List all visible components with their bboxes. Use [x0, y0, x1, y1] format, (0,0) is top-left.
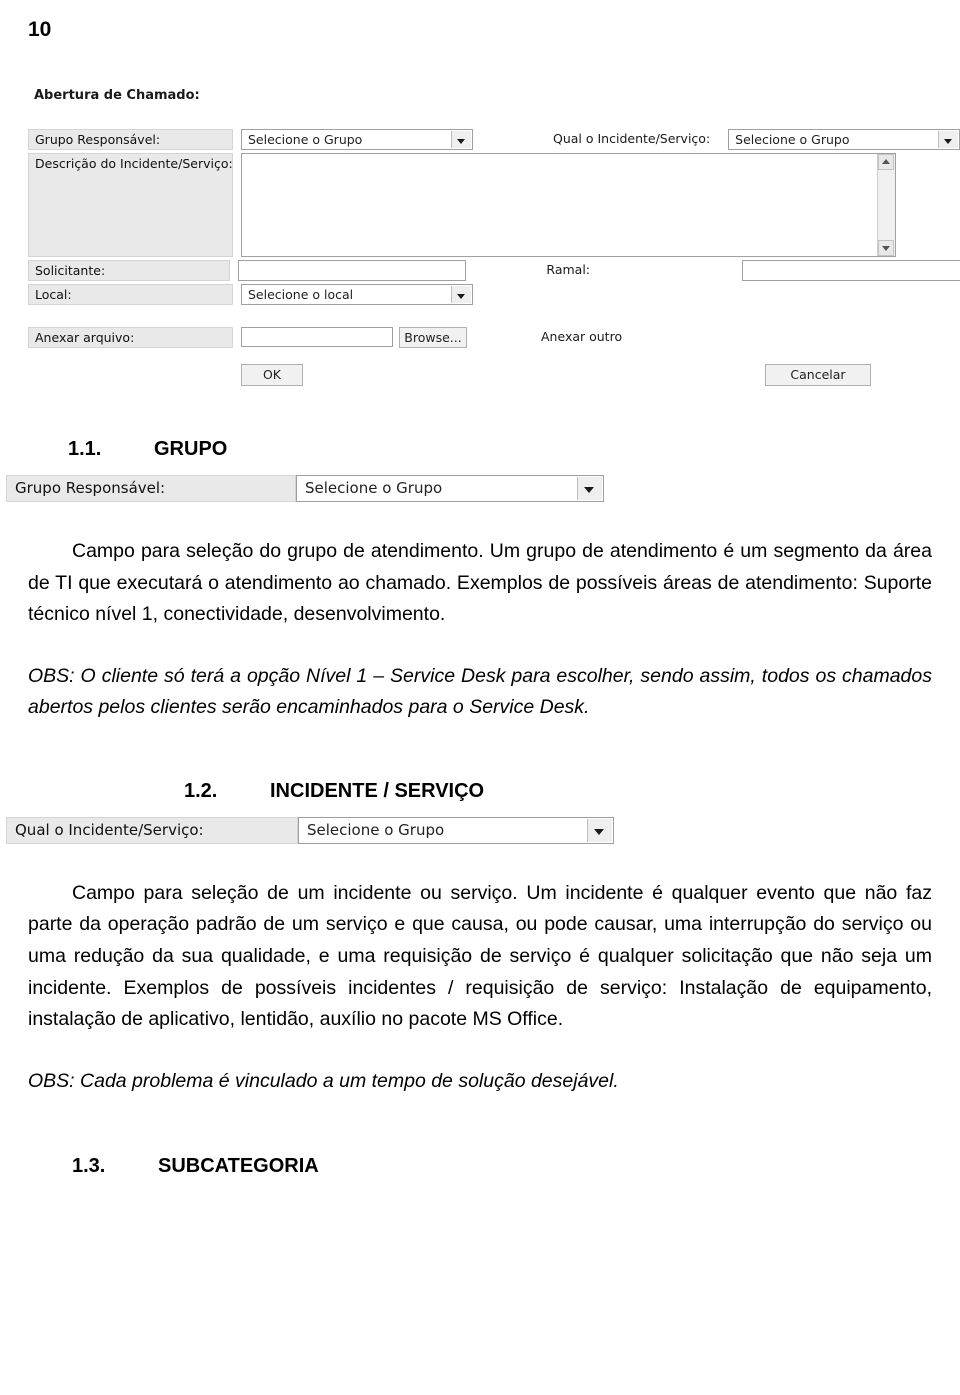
section-1-1-paragraph: Campo para seleção do grupo de atendimen…: [28, 540, 932, 626]
attach-input[interactable]: [241, 327, 393, 347]
section-1-2-obs: OBS: Cada problema é vinculado a um temp…: [28, 1069, 619, 1092]
section-heading: 1.1. GRUPO: [68, 438, 932, 461]
form-title: Abertura de Chamado:: [34, 88, 200, 103]
requester-label: Solicitante:: [28, 260, 231, 281]
section-number: 1.1.: [68, 438, 102, 460]
chevron-down-icon[interactable]: [587, 818, 612, 842]
document-page: 10 Abertura de Chamado: Grupo Responsáve…: [0, 0, 960, 1395]
scroll-up-icon[interactable]: [878, 154, 894, 170]
section-1-3: 1.3. SUBCATEGORIA: [72, 1155, 932, 1178]
section-1-1-obs: OBS: O cliente só terá a opção Nível 1 –…: [28, 664, 932, 719]
incident-field-screenshot: Qual o Incidente/Serviço: Selecione o Gr…: [6, 816, 616, 844]
group-select[interactable]: Selecione o Grupo: [241, 129, 473, 150]
extension-label: Ramal:: [546, 262, 590, 277]
group-field-label: Grupo Responsável:: [6, 475, 296, 502]
chevron-down-icon[interactable]: [577, 477, 602, 500]
description-textarea[interactable]: [241, 153, 896, 257]
incident-group: Qual o Incidente/Serviço: Selecione o Gr…: [547, 129, 960, 150]
chevron-down-icon[interactable]: [451, 131, 471, 148]
page-number: 10: [28, 18, 52, 41]
section-title: SUBCATEGORIA: [158, 1155, 319, 1178]
form-row-requester: Solicitante: Ramal:: [28, 260, 960, 281]
browse-button[interactable]: Browse...: [399, 327, 467, 348]
group-label: Grupo Responsável:: [28, 129, 233, 150]
section-number: 1.2.: [184, 779, 218, 802]
form-row-buttons: OK Cancelar: [28, 364, 960, 386]
incident-field-label: Qual o Incidente/Serviço:: [6, 816, 298, 844]
chevron-down-icon[interactable]: [451, 286, 471, 303]
form-row-group: Grupo Responsável: Selecione o Grupo Qua…: [28, 129, 960, 150]
scroll-down-icon[interactable]: [878, 240, 894, 256]
extension-input[interactable]: [742, 260, 960, 281]
requester-input[interactable]: [237, 260, 467, 281]
section-1-2: 1.2. INCIDENTE / SERVIÇO: [184, 780, 932, 803]
incident-label: Qual o Incidente/Serviço:: [553, 131, 711, 146]
local-select-value: Selecione o local: [248, 287, 354, 302]
section-heading: 1.2. INCIDENTE / SERVIÇO: [184, 780, 932, 803]
section-1-1: 1.1. GRUPO: [68, 438, 932, 461]
form-row-attach: Anexar arquivo: Browse... Anexar outro: [28, 327, 960, 348]
cancel-button[interactable]: Cancelar: [765, 364, 871, 386]
section-1-2-paragraph: Campo para seleção de um incidente ou se…: [28, 881, 932, 1031]
local-label: Local:: [28, 284, 233, 305]
form-row-local: Local: Selecione o local: [28, 284, 960, 305]
ticket-form-screenshot: Abertura de Chamado: Grupo Responsável: …: [28, 88, 960, 386]
group-field-value: Selecione o Grupo: [305, 479, 443, 497]
section-heading: 1.3. SUBCATEGORIA: [72, 1155, 932, 1178]
textarea-scrollbar[interactable]: [877, 154, 895, 256]
section-title: INCIDENTE / SERVIÇO: [270, 779, 485, 802]
group-field-screenshot: Grupo Responsável: Selecione o Grupo: [6, 475, 606, 502]
section-number: 1.3.: [72, 1155, 106, 1178]
incident-select-value: Selecione o Grupo: [735, 132, 850, 147]
attach-label: Anexar arquivo:: [28, 327, 233, 348]
incident-field-value: Selecione o Grupo: [307, 820, 445, 839]
ok-button[interactable]: OK: [241, 364, 303, 386]
attach-other-label[interactable]: Anexar outro: [535, 327, 622, 348]
group-field-select[interactable]: Selecione o Grupo: [296, 475, 604, 502]
form-row-description: Descrição do Incidente/Serviço:: [28, 153, 960, 257]
chevron-down-icon[interactable]: [938, 131, 959, 148]
group-select-value: Selecione o Grupo: [248, 132, 363, 147]
incident-select[interactable]: Selecione o Grupo: [728, 129, 960, 150]
extension-group: Ramal:: [540, 260, 960, 281]
description-label: Descrição do Incidente/Serviço:: [28, 153, 233, 257]
local-select[interactable]: Selecione o local: [241, 284, 473, 305]
incident-field-select[interactable]: Selecione o Grupo: [298, 816, 614, 844]
section-title: GRUPO: [154, 438, 228, 460]
